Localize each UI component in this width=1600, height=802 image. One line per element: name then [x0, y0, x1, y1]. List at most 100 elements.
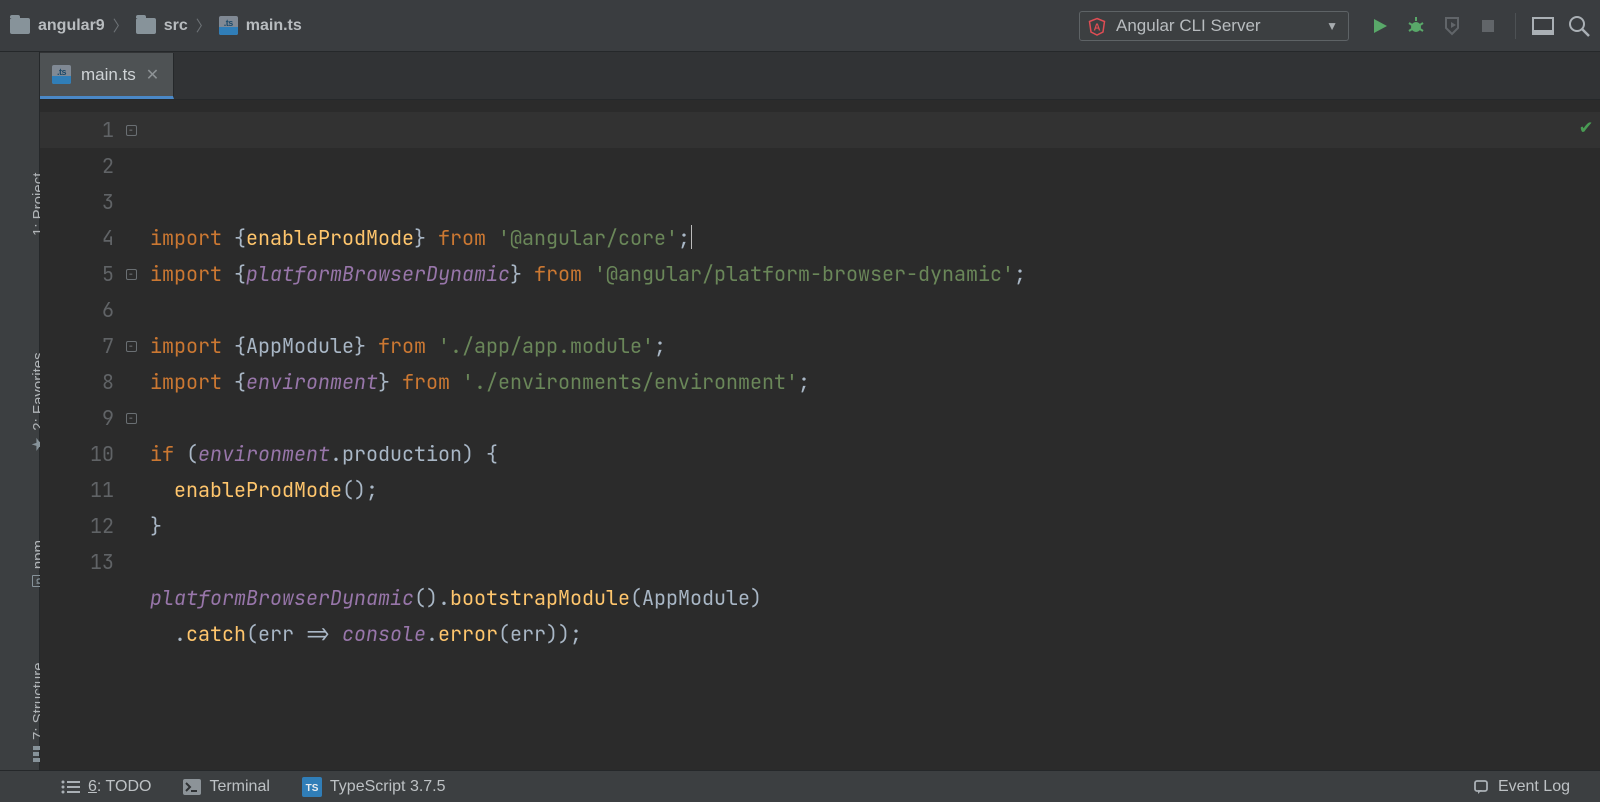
debug-icon[interactable] [1405, 15, 1427, 37]
token-pname: AppModule [246, 333, 354, 359]
code-line[interactable] [150, 400, 1600, 436]
token-fn-call: enableProdMode [174, 477, 342, 503]
chevron-down-icon: ▼ [1326, 19, 1338, 33]
typescript-tool[interactable]: TS TypeScript 3.7.5 [286, 777, 462, 797]
ts-file-icon: .ts [219, 16, 238, 35]
line-number[interactable]: 4 [40, 220, 114, 256]
run-buttons [1363, 13, 1590, 39]
run-icon[interactable] [1369, 15, 1391, 37]
code-line[interactable]: } [150, 508, 1600, 544]
tab-label: main.ts [81, 65, 136, 85]
token-br: } [150, 513, 162, 539]
code-line[interactable]: import {platformBrowserDynamic} from '@a… [150, 256, 1600, 292]
typescript-label: TypeScript 3.7.5 [330, 778, 446, 796]
terminal-tool[interactable]: Terminal [167, 778, 285, 796]
token-br: ; [678, 225, 690, 251]
token-fn-call: catch [186, 621, 246, 647]
line-number[interactable]: 3 [40, 184, 114, 220]
token-br: (AppModule) [630, 585, 762, 611]
token-str: './app/app.module' [438, 333, 654, 359]
code-line[interactable]: import {environment} from './environment… [150, 364, 1600, 400]
fold-cell [124, 436, 138, 472]
inspection-ok-icon: ✔ [1580, 108, 1592, 144]
token-kw: from [402, 369, 462, 395]
gutter: 12345678910111213 −−−− [40, 100, 144, 770]
code-line[interactable] [150, 652, 1600, 688]
fold-cell [124, 220, 138, 256]
fold-toggle-icon[interactable]: − [126, 341, 137, 352]
line-number[interactable]: 10 [40, 436, 114, 472]
fold-cell [124, 544, 138, 580]
token-ital: environment [198, 441, 330, 467]
token-br: (). [414, 585, 450, 611]
coverage-icon[interactable] [1441, 15, 1463, 37]
svg-text:A: A [1093, 22, 1100, 33]
editor[interactable]: 12345678910111213 −−−− ✔ import {enableP… [40, 100, 1600, 770]
line-number[interactable]: 2 [40, 148, 114, 184]
fold-toggle-icon[interactable]: − [126, 413, 137, 424]
token-kw: if [150, 441, 186, 467]
token-br: ; [1014, 261, 1026, 287]
breadcrumb-label: src [164, 17, 188, 35]
token-br: { [234, 261, 246, 287]
chevron-right-icon: 〉 [111, 15, 130, 36]
close-icon[interactable]: ✕ [146, 65, 159, 85]
code-line[interactable] [150, 292, 1600, 328]
token-br: } [354, 333, 378, 359]
line-number[interactable]: 8 [40, 364, 114, 400]
line-number[interactable]: 6 [40, 292, 114, 328]
code-line[interactable]: import {AppModule} from './app/app.modul… [150, 328, 1600, 364]
stop-icon[interactable] [1477, 15, 1499, 37]
status-bar: 6: TODO Terminal TS TypeScript 3.7.5 Eve… [0, 770, 1600, 802]
token-ital: platformBrowserDynamic [150, 585, 414, 611]
search-icon[interactable] [1568, 15, 1590, 37]
line-number[interactable]: 13 [40, 544, 114, 580]
breadcrumb-item[interactable]: .tsmain.ts [219, 16, 302, 35]
code-area[interactable]: ✔ import {enableProdMode} from '@angular… [144, 100, 1600, 770]
line-number[interactable]: 5 [40, 256, 114, 292]
line-number[interactable]: 1 [40, 112, 114, 148]
fold-cell: − [124, 400, 138, 436]
token-dot: . [426, 621, 438, 647]
folder-icon [136, 18, 156, 34]
token-br: ( [186, 441, 198, 467]
token-ital: environment [246, 369, 378, 395]
breadcrumb-item[interactable]: src [136, 17, 188, 35]
token-br: (err => [246, 621, 342, 647]
line-number[interactable]: 12 [40, 508, 114, 544]
line-number[interactable]: 7 [40, 328, 114, 364]
code-line[interactable] [150, 544, 1600, 580]
token-str: './environments/environment' [462, 369, 798, 395]
layout-icon[interactable] [1532, 15, 1554, 37]
token-br: (err)); [498, 621, 582, 647]
event-log[interactable]: Event Log [1456, 778, 1586, 796]
token-br: { [234, 369, 246, 395]
todo-mnemonic: 6 [88, 778, 97, 795]
token-ital: platformBrowserDynamic [246, 261, 510, 287]
fold-toggle-icon[interactable]: − [126, 125, 137, 136]
todo-tool[interactable]: 6: TODO [0, 778, 167, 796]
token-kw: import [150, 225, 234, 251]
code-line[interactable]: import {enableProdMode} from '@angular/c… [150, 220, 1600, 256]
code-line[interactable]: enableProdMode(); [150, 472, 1600, 508]
code-line[interactable]: if (environment.production) { [150, 436, 1600, 472]
line-number[interactable]: 9 [40, 400, 114, 436]
fold-cell [124, 364, 138, 400]
token-ital: console [342, 621, 426, 647]
svg-text:TS: TS [306, 783, 319, 794]
editor-tab-bar: .tsmain.ts✕ [40, 52, 1600, 100]
line-number[interactable]: 11 [40, 472, 114, 508]
left-tool-rail: 1: Project★2: Favoritesnnpm7: Structure [0, 52, 40, 770]
code-line[interactable]: platformBrowserDynamic().bootstrapModule… [150, 580, 1600, 616]
token-br: . [150, 621, 186, 647]
breadcrumb-item[interactable]: angular9 [10, 17, 105, 35]
terminal-label: Terminal [209, 778, 269, 796]
run-configuration-combo[interactable]: A Angular CLI Server ▼ [1079, 11, 1349, 41]
typescript-icon: TS [302, 777, 322, 797]
list-icon [60, 780, 80, 794]
code-line[interactable]: .catch(err => console.error(err)); [150, 616, 1600, 652]
fold-cell: − [124, 112, 138, 148]
fold-cell [124, 148, 138, 184]
editor-tab[interactable]: .tsmain.ts✕ [40, 53, 174, 99]
fold-toggle-icon[interactable]: − [126, 269, 137, 280]
